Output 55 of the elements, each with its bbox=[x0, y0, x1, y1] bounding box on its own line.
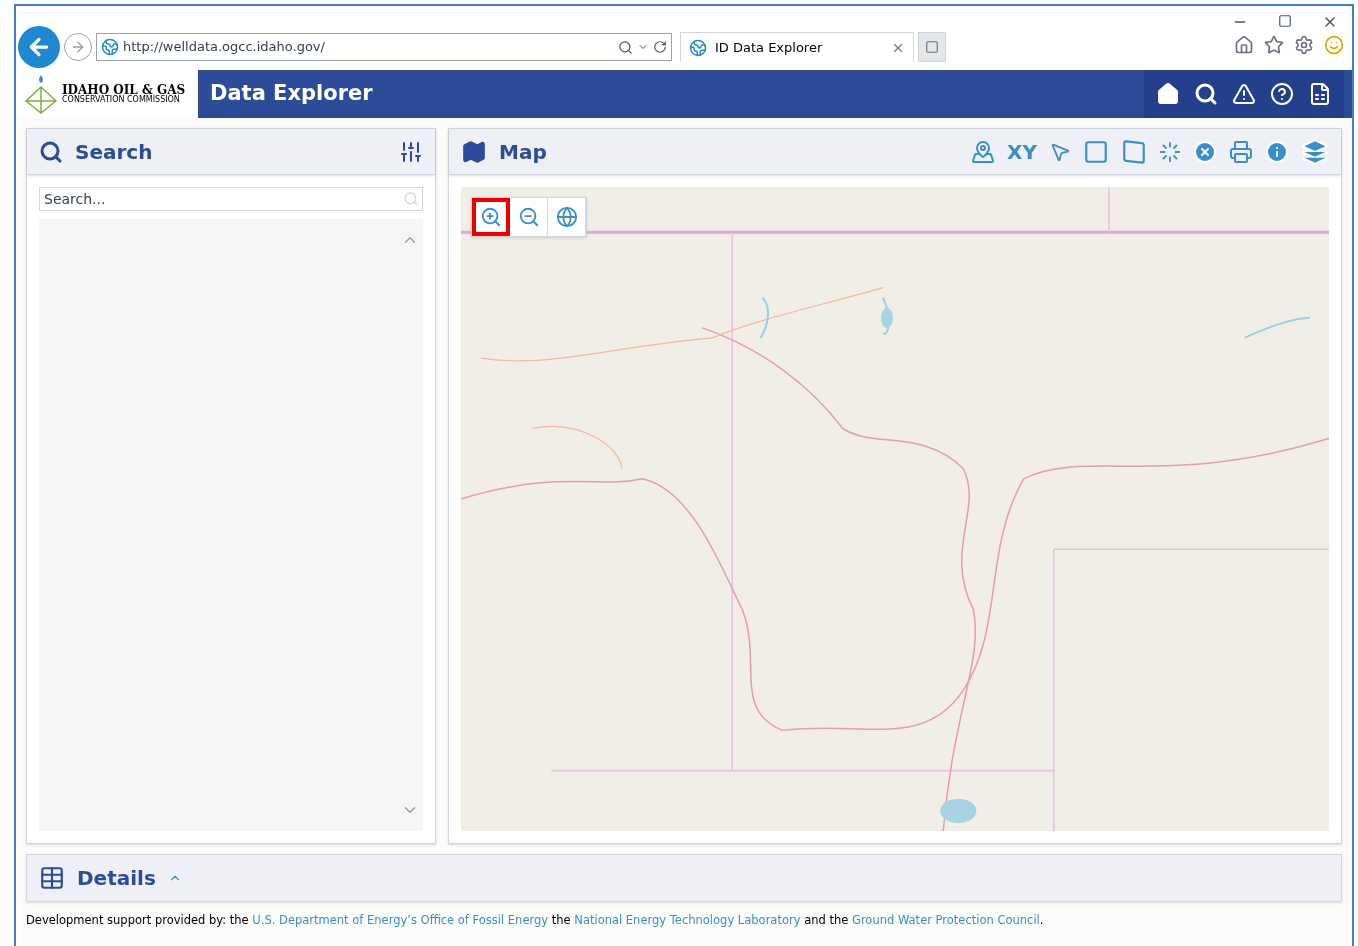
search-icon[interactable] bbox=[1194, 82, 1218, 106]
details-bar[interactable]: Details bbox=[26, 854, 1342, 902]
filter-sliders-icon[interactable] bbox=[399, 139, 423, 164]
rectangle-select-button[interactable] bbox=[1083, 138, 1109, 165]
logo-emblem-icon bbox=[24, 73, 58, 115]
spreadsheet-file-icon[interactable] bbox=[1308, 82, 1332, 106]
browser-page-icon bbox=[101, 38, 119, 56]
search-icon[interactable] bbox=[618, 39, 633, 55]
settings-icon[interactable] bbox=[1294, 35, 1314, 55]
back-button[interactable] bbox=[18, 26, 60, 68]
smiley-icon[interactable] bbox=[1324, 35, 1344, 55]
logo-title: IDAHO OIL & GAS bbox=[62, 84, 186, 96]
maximize-icon[interactable] bbox=[1278, 14, 1292, 28]
new-tab-button[interactable] bbox=[918, 32, 946, 62]
globe-icon bbox=[555, 206, 578, 228]
help-icon[interactable] bbox=[1270, 82, 1294, 106]
search-field[interactable]: Search... bbox=[39, 187, 423, 211]
tab-title: ID Data Explorer bbox=[715, 38, 824, 57]
address-bar[interactable]: http://welldata.ogcc.idaho.gov/ bbox=[96, 33, 672, 61]
panel-title: Details bbox=[77, 865, 156, 892]
zoom-out-button[interactable] bbox=[510, 198, 548, 236]
credit-link[interactable]: U.S. Department of Energy’s Office of Fossil Energy bbox=[252, 913, 549, 927]
forward-arrow-icon bbox=[70, 39, 86, 55]
polygon-select-button[interactable] bbox=[1121, 138, 1147, 165]
print-button[interactable] bbox=[1229, 139, 1253, 164]
new-tab-icon bbox=[925, 40, 939, 54]
search-icon bbox=[403, 191, 419, 207]
xy-button[interactable]: XY bbox=[1007, 136, 1037, 167]
map-icon bbox=[461, 138, 487, 165]
find-location-button[interactable] bbox=[971, 139, 996, 164]
home-icon[interactable] bbox=[1156, 82, 1180, 106]
browser-tab[interactable]: ID Data Explorer bbox=[680, 32, 914, 62]
refresh-icon[interactable] bbox=[653, 40, 667, 54]
zoom-in-button[interactable] bbox=[472, 198, 510, 236]
credit-link[interactable]: National Energy Technology Laboratory bbox=[574, 913, 801, 927]
zoom-out-icon bbox=[517, 206, 540, 228]
home-icon[interactable] bbox=[1234, 35, 1254, 55]
url-text: http://welldata.ogcc.idaho.gov/ bbox=[123, 38, 326, 57]
credits-text: Development support provided by: the U.S. Department of Energy’s Office of Fossil Energy the National Energy Technology Laboratory and the Ground Water Protection Council. bbox=[26, 912, 1045, 929]
table-icon bbox=[39, 865, 65, 891]
logo-subtitle: CONSERVATION COMMISSION bbox=[62, 96, 180, 104]
clear-button[interactable] bbox=[1193, 139, 1217, 164]
credit-link[interactable]: Ground Water Protection Council bbox=[852, 913, 1040, 927]
panel-title: Map bbox=[499, 138, 547, 166]
favorites-icon[interactable] bbox=[1264, 35, 1284, 55]
layers-button[interactable] bbox=[1301, 137, 1329, 166]
loading-icon[interactable] bbox=[1159, 140, 1181, 163]
panel-title: Search bbox=[75, 138, 153, 166]
zoom-in-icon bbox=[479, 206, 502, 228]
search-icon bbox=[39, 139, 63, 164]
browser-page-icon bbox=[689, 38, 707, 57]
warning-icon[interactable] bbox=[1232, 82, 1256, 106]
globe-button[interactable] bbox=[548, 198, 586, 236]
app-title: Data Explorer bbox=[210, 80, 373, 108]
info-button[interactable] bbox=[1265, 139, 1289, 164]
